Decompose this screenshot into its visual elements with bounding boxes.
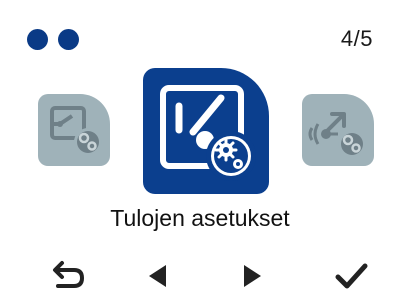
- back-button[interactable]: [46, 258, 90, 294]
- switch-settings-icon: [50, 106, 102, 156]
- input-settings-icon: [160, 85, 256, 181]
- menu-tile-input-settings[interactable]: [143, 68, 269, 194]
- page-indicator: 4/5: [340, 26, 373, 51]
- status-dot: [58, 29, 79, 50]
- confirm-button[interactable]: [330, 258, 374, 294]
- bottom-navbar: [0, 258, 400, 294]
- menu-tile-wireless-settings[interactable]: [302, 94, 374, 166]
- previous-arrow-icon: [149, 265, 166, 287]
- menu-tile-switch-settings[interactable]: [38, 94, 110, 166]
- confirm-check-icon: [335, 263, 368, 289]
- wireless-settings-icon: [308, 112, 366, 158]
- previous-button[interactable]: [136, 258, 180, 294]
- menu-screen: 4/5 Tulojen asetukset: [0, 0, 400, 301]
- selected-item-title: Tulojen asetukset: [110, 205, 290, 231]
- next-arrow-icon: [244, 265, 261, 287]
- back-icon: [53, 261, 85, 288]
- status-dot: [27, 29, 48, 50]
- next-button[interactable]: [230, 258, 274, 294]
